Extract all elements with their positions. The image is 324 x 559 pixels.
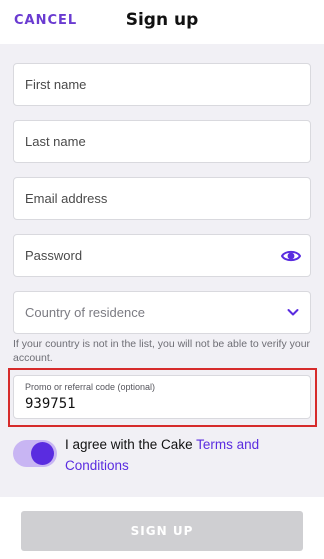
last-name-placeholder: Last name (25, 134, 86, 149)
first-name-placeholder: First name (25, 77, 87, 92)
password-placeholder: Password (25, 248, 83, 263)
email-field[interactable]: Email address (13, 177, 311, 220)
top-bar: CANCEL Sign up (0, 0, 324, 44)
email-placeholder: Email address (25, 191, 108, 206)
terms-text: I agree with the Cake Terms and Conditio… (65, 434, 311, 476)
sign-up-button[interactable]: SIGN UP (21, 511, 303, 551)
password-field[interactable]: Password (13, 234, 311, 277)
chevron-down-icon (287, 309, 299, 316)
promo-code-label: Promo or referral code (optional) (25, 382, 156, 392)
eye-icon[interactable] (281, 247, 301, 265)
terms-toggle[interactable] (13, 440, 57, 467)
toggle-knob (31, 442, 54, 465)
page-title: Sign up (125, 10, 199, 30)
terms-prefix: I agree with the Cake (65, 437, 197, 452)
promo-code-value: 939751 (25, 396, 76, 412)
country-placeholder: Country of residence (25, 305, 145, 320)
promo-code-field[interactable]: Promo or referral code (optional) 939751 (13, 375, 311, 419)
first-name-field[interactable]: First name (13, 63, 311, 106)
country-select[interactable]: Country of residence (13, 291, 311, 334)
bottom-bar: SIGN UP (0, 497, 324, 559)
country-hint: If your country is not in the list, you … (13, 338, 311, 364)
last-name-field[interactable]: Last name (13, 120, 311, 163)
